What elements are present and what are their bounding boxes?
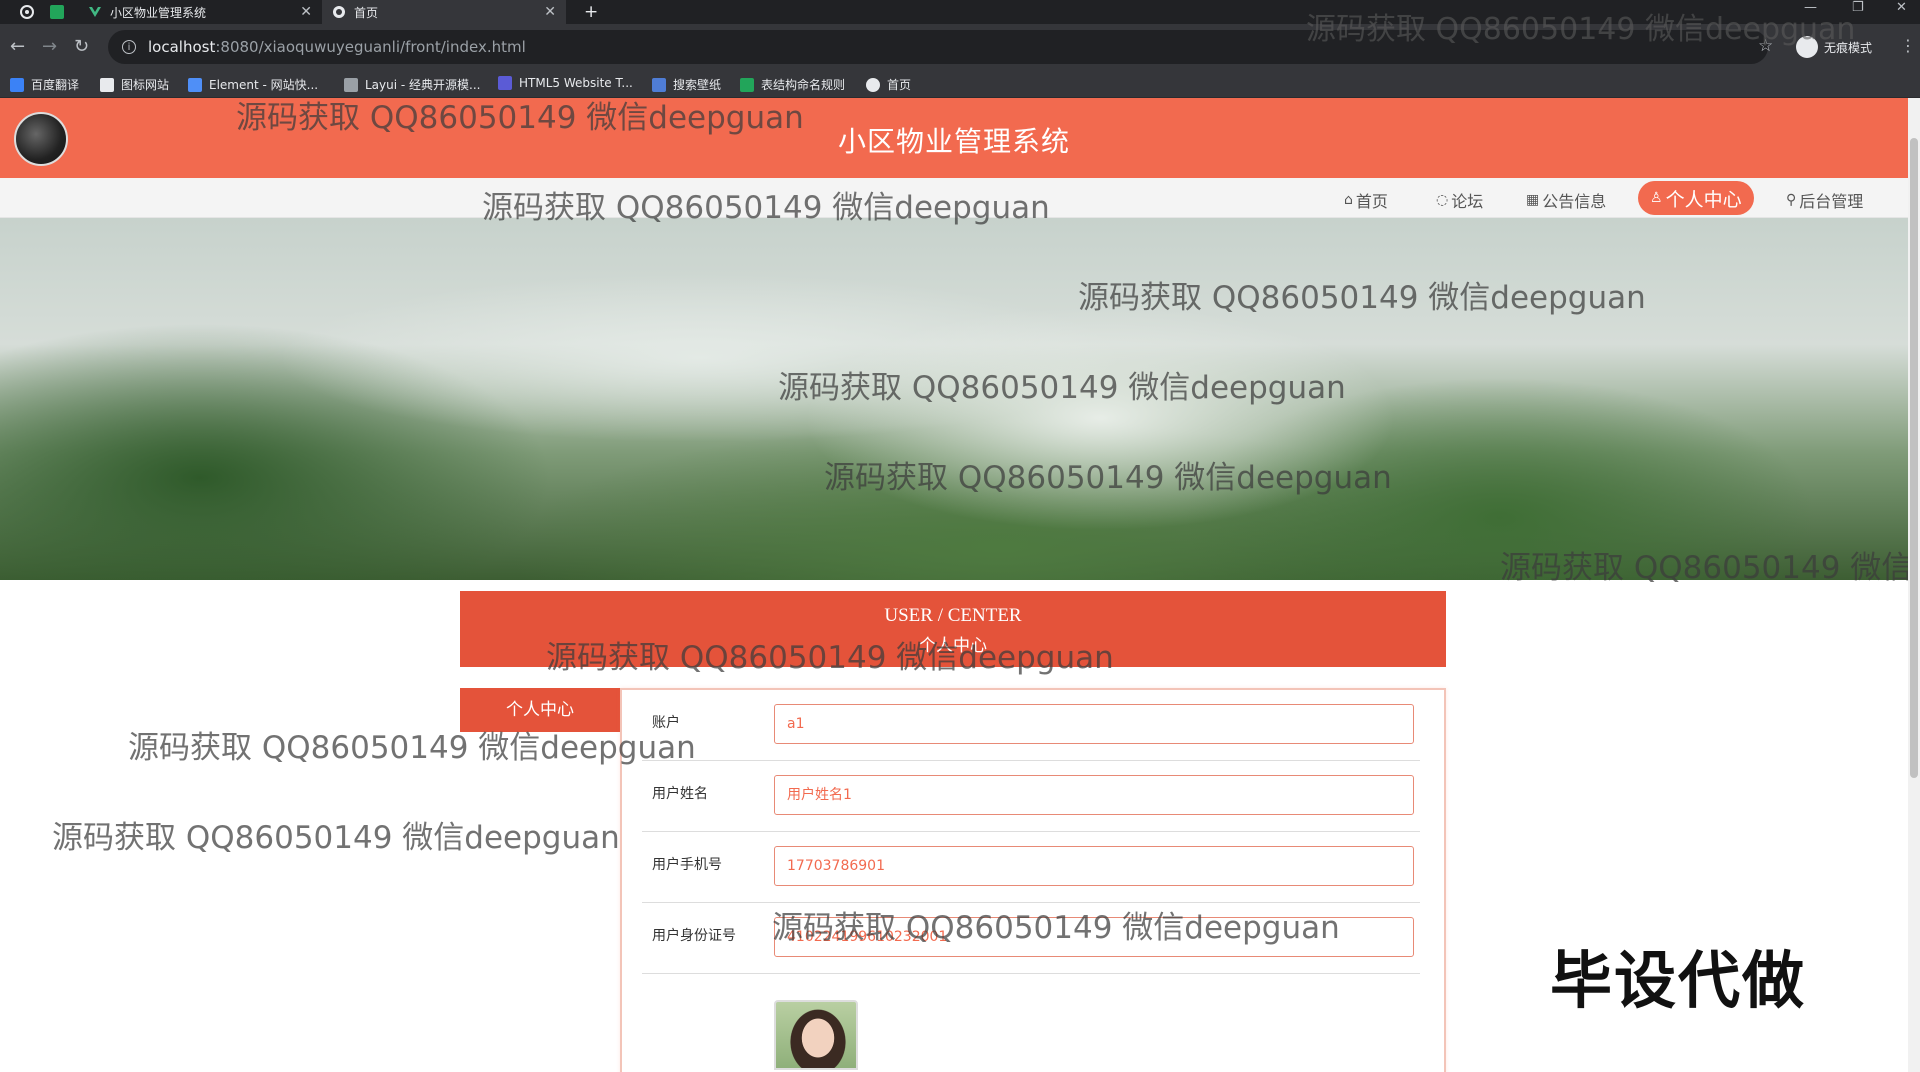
forward-icon[interactable]: →: [42, 36, 57, 58]
form-row-account: 账户 a1: [642, 690, 1420, 761]
notice-icon: ▦: [1526, 192, 1540, 208]
promo-overlay: 毕设代做: [1550, 944, 1807, 1017]
bookmark-item[interactable]: 图标网站: [100, 76, 169, 93]
nav-label: 后台管理: [1799, 192, 1864, 211]
close-icon[interactable]: ✕: [544, 4, 556, 20]
phone-field[interactable]: 17703786901: [774, 846, 1414, 886]
tab-admin[interactable]: 小区物业管理系统 ✕: [78, 0, 322, 24]
bookmark-label: Layui - 经典开源模...: [365, 78, 481, 92]
user-icon: ♙: [1650, 190, 1663, 206]
nav-label: 论坛: [1451, 192, 1484, 211]
watermark: 源码获取 QQ86050149 微信deepguan: [1500, 550, 1908, 586]
field-label: 用户身份证号: [652, 928, 736, 944]
tab-title: 小区物业管理系统: [110, 5, 207, 20]
bookmark-label: 百度翻译: [31, 78, 80, 92]
account-field[interactable]: a1: [774, 704, 1414, 744]
bookmark-label: HTML5 Website T...: [519, 76, 633, 90]
watermark: 源码获取 QQ86050149 微信deepguan: [482, 190, 1050, 226]
bookmark-item[interactable]: HTML5 Website T...: [498, 76, 633, 90]
bookmark-label: 首页: [887, 78, 912, 92]
watermark: 源码获取 QQ86050149 微信deepguan: [1078, 280, 1646, 316]
bookmark-item[interactable]: 百度翻译: [10, 76, 79, 93]
sheet-icon: [50, 5, 64, 19]
name-field[interactable]: 用户姓名1: [774, 775, 1414, 815]
heading-english: USER / CENTER: [884, 605, 1022, 626]
bookmark-label: 表结构命名规则: [761, 78, 846, 92]
watermark: 源码获取 QQ86050149 微信deepguan: [1306, 12, 1856, 47]
bookmark-item[interactable]: Layui - 经典开源模...: [344, 76, 480, 93]
bookmark-label: Element - 网站快...: [209, 78, 319, 92]
home-icon: ⌂: [1344, 192, 1353, 208]
field-label: 用户手机号: [652, 857, 722, 873]
url-path: :8080/xiaoquwuyeguanli/front/index.html: [215, 38, 526, 56]
reload-icon[interactable]: ↻: [74, 36, 89, 58]
watermark: 源码获取 QQ86050149 微信deepguan: [824, 460, 1392, 496]
pinned-tab[interactable]: [40, 0, 78, 24]
back-icon[interactable]: ←: [10, 36, 25, 58]
form-row-name: 用户姓名 用户姓名1: [642, 761, 1420, 832]
nav-admin[interactable]: ⚲ 后台管理: [1786, 188, 1863, 212]
nav-home[interactable]: ⌂ 首页: [1344, 188, 1388, 212]
watermark: 源码获取 QQ86050149 微信deepguan: [128, 730, 696, 766]
bookmark-item[interactable]: 表结构命名规则: [740, 76, 845, 93]
flag-icon: [100, 77, 114, 92]
translate-icon: [10, 77, 24, 92]
sheet-icon: [740, 77, 754, 92]
layui-icon: [344, 77, 358, 92]
field-label: 用户姓名: [652, 786, 708, 802]
nav-notice[interactable]: ▦ 公告信息: [1526, 188, 1606, 212]
chrome-menu-icon[interactable]: [10, 0, 40, 24]
watermark: 源码获取 QQ86050149 微信deepguan: [772, 910, 1340, 946]
element-icon: [188, 77, 202, 92]
globe-icon: [333, 6, 345, 18]
bookmark-item[interactable]: 首页: [866, 76, 911, 93]
form-row-phone: 用户手机号 17703786901: [642, 832, 1420, 903]
tab-home[interactable]: 首页 ✕: [322, 0, 566, 24]
bookmark-label: 图标网站: [121, 78, 170, 92]
watermark: 源码获取 QQ86050149 微信deepguan: [546, 640, 1114, 676]
wallpaper-icon: [652, 77, 666, 92]
watermark: 源码获取 QQ86050149 微信deepguan: [778, 370, 1346, 406]
vue-icon: [89, 7, 101, 17]
forum-icon: ◌: [1436, 192, 1449, 208]
bookmark-label: 搜索壁纸: [673, 78, 722, 92]
globe-icon: [866, 77, 880, 92]
url-host: localhost: [148, 38, 216, 56]
nav-user-center[interactable]: ♙ 个人中心: [1638, 181, 1754, 215]
page-scrollbar[interactable]: [1908, 98, 1920, 1072]
close-icon[interactable]: ✕: [300, 4, 312, 20]
profile-form: 账户 a1 用户姓名 用户姓名1 用户手机号 17703786901 用户身份证…: [620, 688, 1446, 1072]
bookmark-item[interactable]: Element - 网站快...: [188, 76, 318, 93]
new-tab-button[interactable]: +: [574, 0, 598, 24]
user-photo[interactable]: [774, 1000, 858, 1070]
tab-title: 首页: [354, 5, 379, 20]
nav-label: 首页: [1355, 192, 1388, 211]
nav-label: 公告信息: [1542, 192, 1607, 211]
more-menu-icon[interactable]: ⋮: [1900, 36, 1916, 55]
close-window-icon[interactable]: ✕: [1896, 0, 1907, 15]
bookmark-item[interactable]: 搜索壁纸: [652, 76, 721, 93]
html5-icon: [498, 76, 512, 90]
scrollbar-thumb[interactable]: [1910, 138, 1918, 778]
nav-label: 个人中心: [1665, 188, 1742, 211]
nav-forum[interactable]: ◌ 论坛: [1436, 188, 1483, 212]
watermark: 源码获取 QQ86050149 微信deepguan: [52, 820, 620, 856]
watermark: 源码获取 QQ86050149 微信deepguan: [236, 100, 804, 136]
link-icon: ⚲: [1786, 192, 1797, 208]
info-icon[interactable]: i: [122, 40, 136, 54]
